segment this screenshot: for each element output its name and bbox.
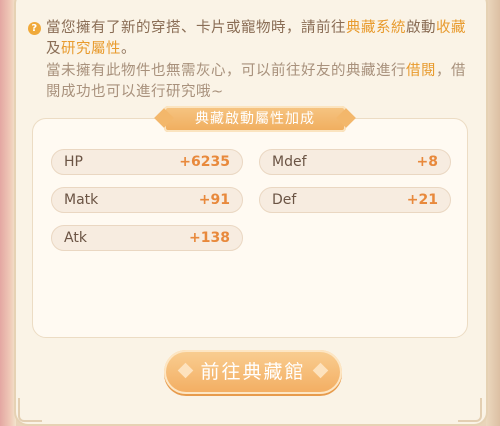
stat-value: +138 [189,230,230,246]
highlight-research: 研究屬性 [61,41,121,57]
stat-atk: Atk +138 [51,225,243,251]
stat-name: Def [272,192,297,208]
diamond-icon [312,362,329,379]
info-text-part: 啟動 [406,20,436,36]
go-to-collection-label: 前往典藏館 [200,361,306,383]
highlight-collection-system: 典藏系統 [346,20,406,36]
info-text-part: 。 [121,41,136,57]
info-text-part: 當未擁有此物件也無需灰心，可以前往好友的典藏進行 [46,63,406,79]
info-line-1: 當您擁有了新的穿搭、卡片或寵物時，請前往典藏系統啟動收藏及研究屬性。 [46,18,466,60]
info-line-2: 當未擁有此物件也無需灰心，可以前往好友的典藏進行借閱，借閱成功也可以進行研究哦~ [46,61,466,103]
card-title: 典藏啟動屬性加成 [164,106,346,132]
question-icon[interactable]: ? [28,22,41,35]
info-text-part: 及 [46,41,61,57]
stat-name: Matk [64,192,99,208]
go-to-collection-button[interactable]: 前往典藏館 [164,350,342,394]
diamond-icon [177,362,194,379]
stat-value: +6235 [179,154,230,170]
stat-name: HP [64,154,83,170]
highlight-collect: 收藏 [436,20,466,36]
stat-hp: HP +6235 [51,149,243,175]
highlight-borrow: 借閱 [406,63,436,79]
corner-ornament-left [18,398,42,422]
right-edge-decor [486,0,500,426]
card-title-banner: 典藏啟動屬性加成 [164,106,346,132]
stat-name: Mdef [272,154,307,170]
stat-def: Def +21 [259,187,451,213]
stat-matk: Matk +91 [51,187,243,213]
stat-value: +8 [416,154,438,170]
corner-ornament-right [458,398,482,422]
stat-value: +21 [406,192,438,208]
info-text-part: 當您擁有了新的穿搭、卡片或寵物時，請前往 [46,20,346,36]
bonus-stats-card: HP +6235 Mdef +8 Matk +91 Def +21 Atk +1… [32,118,468,338]
info-text: ? 當您擁有了新的穿搭、卡片或寵物時，請前往典藏系統啟動收藏及研究屬性。 當未擁… [28,18,466,103]
stat-mdef: Mdef +8 [259,149,451,175]
stat-name: Atk [64,230,87,246]
stat-value: +91 [198,192,230,208]
